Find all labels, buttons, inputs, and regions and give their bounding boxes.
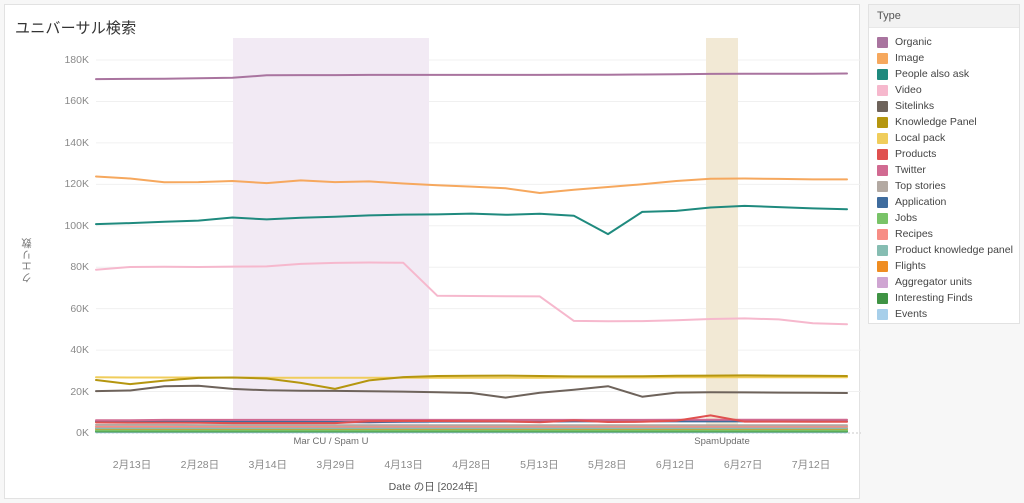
legend-item[interactable]: Video	[877, 82, 1019, 98]
x-tick-label: 3月29日	[316, 459, 355, 471]
legend-label: Events	[895, 308, 928, 320]
series-line	[95, 72, 848, 81]
legend-label: Recipes	[895, 228, 933, 240]
legend-label: People also ask	[895, 68, 970, 80]
legend-label: Flights	[895, 260, 926, 272]
series-line	[95, 414, 848, 425]
legend-label: Twitter	[895, 164, 926, 176]
legend-swatch	[877, 116, 888, 128]
legend-swatch	[877, 132, 888, 144]
legend-item[interactable]: Aggregator units	[877, 274, 1019, 290]
legend-label: Product knowledge panel	[895, 244, 1013, 256]
legend-label: Organic	[895, 36, 932, 48]
y-tick-label: 20K	[70, 385, 89, 398]
x-tick-label: 6月27日	[723, 459, 763, 471]
legend-label: Image	[895, 52, 925, 64]
legend-swatch	[877, 212, 888, 224]
x-tick-label: 4月13日	[384, 459, 423, 471]
y-axis-title: クエリ数	[21, 237, 33, 283]
legend-swatch	[877, 68, 888, 80]
legend-swatch	[877, 260, 888, 272]
series-line	[95, 204, 848, 236]
y-tick-label: 180K	[64, 54, 89, 66]
legend-item[interactable]: Recipes	[877, 226, 1019, 242]
annotation-band	[706, 38, 738, 433]
series-line	[95, 374, 848, 390]
legend-swatch	[877, 164, 888, 176]
legend-swatch	[877, 244, 888, 256]
legend-item[interactable]: Flights	[877, 258, 1019, 274]
legend-swatch	[877, 276, 888, 288]
legend-item[interactable]: Events	[877, 306, 1019, 322]
legend-label: Interesting Finds	[895, 292, 973, 304]
series-line	[95, 420, 848, 424]
x-tick-label: 5月28日	[588, 459, 627, 471]
x-tick-label: 2月13日	[112, 459, 152, 471]
legend-item[interactable]: Interesting Finds	[877, 290, 1019, 306]
legend-item[interactable]: Top stories	[877, 178, 1019, 194]
chart-card: ユニバーサル検索 0K 20K 40K 60K 80K 100K 120K 140K 160K 1…	[4, 4, 861, 500]
legend-label: Local pack	[895, 132, 946, 144]
x-tick-label: 2月28日	[180, 459, 220, 471]
legend-panel: Type Organic Image People also ask Video Sit…	[868, 4, 1020, 324]
plot-area	[5, 5, 861, 500]
legend-swatch	[877, 52, 888, 64]
legend-label: Sitelinks	[895, 100, 935, 112]
legend-item[interactable]: People also ask	[877, 66, 1019, 82]
legend-item[interactable]: Jobs	[877, 210, 1019, 226]
legend-swatch	[877, 148, 888, 160]
x-axis-title: Date の日 [2024年]	[388, 481, 478, 493]
y-tick-label: 160K	[64, 95, 89, 108]
series-line	[95, 418, 848, 422]
legend-swatch	[877, 228, 888, 240]
legend-title: Type	[869, 5, 1019, 28]
legend-swatch	[877, 180, 888, 192]
y-tick-label: 80K	[70, 261, 89, 274]
legend-label: Knowledge Panel	[895, 116, 977, 128]
annotation-label: Mar CU / Spam U	[293, 436, 369, 447]
legend-item[interactable]: Image	[877, 50, 1019, 66]
y-axis-tick-labels: 0K 20K 40K 60K 80K 100K 120K 140K 160K 180K	[5, 5, 89, 500]
legend-items: Organic Image People also ask Video Sitelink…	[869, 28, 1019, 322]
legend-item[interactable]: Product knowledge panel	[877, 242, 1019, 258]
annotation-label: SpamUpdate	[694, 436, 750, 447]
x-tick-label: 3月14日	[248, 459, 288, 471]
legend-swatch	[877, 292, 888, 304]
legend-swatch	[877, 100, 888, 112]
x-tick-label: 6月12日	[655, 459, 695, 471]
legend-label: Jobs	[895, 212, 918, 224]
x-axis-tick-labels: 2月13日 2月28日 3月14日 3月29日 4月13日 4月28日 5月13日 5月28日…	[5, 457, 861, 477]
legend-label: Top stories	[895, 180, 946, 192]
legend-item[interactable]: Organic	[877, 34, 1019, 50]
legend-swatch	[877, 84, 888, 96]
series-line	[95, 175, 848, 194]
legend-label: Aggregator units	[895, 276, 973, 288]
annotation-band	[233, 38, 429, 433]
x-tick-label: 7月12日	[791, 459, 831, 471]
series-line	[95, 261, 848, 326]
legend-item[interactable]: Knowledge Panel	[877, 114, 1019, 130]
legend-swatch	[877, 308, 888, 320]
y-tick-label: 40K	[70, 344, 89, 357]
y-tick-label: 0K	[76, 427, 89, 439]
legend-item[interactable]: Twitter	[877, 162, 1019, 178]
legend-item[interactable]: Products	[877, 146, 1019, 162]
y-tick-label: 120K	[64, 178, 89, 191]
y-tick-label: 140K	[64, 136, 89, 149]
series-line	[95, 384, 848, 399]
y-tick-label: 60K	[70, 302, 89, 315]
legend-swatch	[877, 36, 888, 48]
legend-label: Application	[895, 196, 947, 208]
chart-screenshot: ユニバーサル検索 0K 20K 40K 60K 80K 100K 120K 140K 160K 1…	[0, 0, 1024, 503]
legend-item[interactable]: Application	[877, 194, 1019, 210]
x-tick-label: 5月13日	[520, 459, 559, 471]
x-tick-label: 4月28日	[452, 459, 491, 471]
y-tick-label: 100K	[64, 219, 89, 232]
legend-swatch	[877, 196, 888, 208]
legend-item[interactable]: Sitelinks	[877, 98, 1019, 114]
legend-label: Video	[895, 84, 922, 96]
legend-item[interactable]: Local pack	[877, 130, 1019, 146]
legend-label: Products	[895, 148, 937, 160]
